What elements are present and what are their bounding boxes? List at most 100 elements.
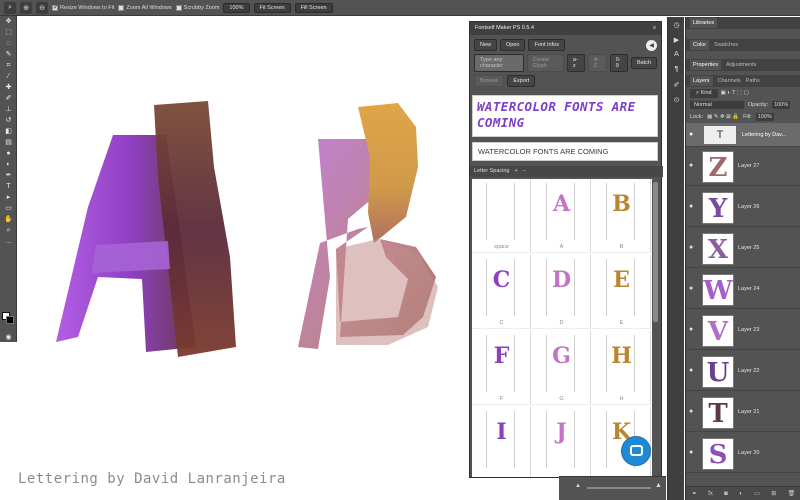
filter-icons[interactable]: ▣ ◐ T ⬚ ▢: [721, 90, 749, 96]
glyph-cell[interactable]: DD: [532, 255, 591, 329]
hand-tool-icon[interactable]: ✋: [0, 214, 17, 225]
fit-screen-button[interactable]: Fit Screen: [253, 2, 291, 13]
zoom-tool-icon[interactable]: ⌕: [4, 1, 16, 14]
trash-icon[interactable]: 🗑: [788, 490, 796, 497]
properties-tab[interactable]: Properties: [690, 60, 722, 70]
eye-icon[interactable]: ●: [689, 244, 693, 251]
digits-button[interactable]: 0-9: [609, 54, 628, 72]
eye-icon[interactable]: ●: [689, 367, 693, 374]
glyph-cell[interactable]: HH: [592, 331, 651, 405]
layer-row[interactable]: ● V Layer 23: [686, 312, 800, 350]
crop-tool-icon[interactable]: ⌗: [0, 60, 17, 71]
quick-select-tool-icon[interactable]: ✎: [0, 49, 17, 60]
layer-row[interactable]: ● U Layer 22: [686, 353, 800, 391]
glyph-size-slider[interactable]: [587, 487, 651, 489]
blend-mode-select[interactable]: Normal: [690, 101, 744, 109]
layer-row[interactable]: ● Z Layer 27: [686, 148, 800, 186]
paths-tab[interactable]: Paths: [746, 78, 760, 84]
path-select-icon[interactable]: ▸: [0, 192, 17, 203]
group-icon[interactable]: ▭: [754, 490, 760, 497]
panel-menu-icon[interactable]: ≡: [653, 25, 656, 32]
adjustment-icon[interactable]: ◐: [739, 491, 743, 497]
zoom-all-windows-checkbox[interactable]: Zoom All Windows: [118, 4, 172, 11]
layer-row[interactable]: ● S Layer 20: [686, 435, 800, 473]
new-layer-icon[interactable]: ⊞: [771, 490, 776, 497]
glyph-grid-scrollbar[interactable]: [653, 182, 658, 322]
chat-support-button[interactable]: [621, 436, 651, 466]
spacing-increase-icon[interactable]: +: [514, 168, 517, 175]
resize-windows-checkbox[interactable]: Resize Windows to Fit: [52, 4, 114, 11]
batch-button[interactable]: Batch: [630, 57, 658, 69]
eyedropper-tool-icon[interactable]: ⁄: [0, 71, 17, 82]
kind-filter[interactable]: ⌕ Kind: [690, 88, 718, 98]
swatches-tab[interactable]: Swatches: [714, 42, 738, 48]
brush-tool-icon[interactable]: ✐: [0, 93, 17, 104]
eye-icon[interactable]: ●: [689, 131, 693, 138]
create-glyph-button[interactable]: Create Glyph: [526, 54, 564, 72]
zoom-100-button[interactable]: 100%: [223, 2, 250, 13]
color-tab[interactable]: Color: [690, 40, 710, 50]
mask-icon[interactable]: ◙: [724, 491, 728, 497]
move-tool-icon[interactable]: ✥: [0, 16, 17, 27]
lasso-tool-icon[interactable]: ◌: [0, 38, 17, 49]
glyph-cell[interactable]: FF: [472, 331, 531, 405]
zoom-out-small-icon[interactable]: ▲: [575, 483, 581, 489]
browse-button[interactable]: Browse: [474, 75, 505, 87]
healing-tool-icon[interactable]: ✚: [0, 82, 17, 93]
glyph-cell[interactable]: EE: [592, 255, 651, 329]
eye-icon[interactable]: ●: [689, 162, 693, 169]
fx-icon[interactable]: fx: [708, 491, 713, 497]
eye-icon[interactable]: ●: [689, 326, 693, 333]
eye-icon[interactable]: ●: [689, 203, 693, 210]
uppercase-button[interactable]: A-Z: [587, 54, 607, 72]
zoom-in-small-icon[interactable]: ▲: [655, 482, 662, 489]
text-layer-row[interactable]: ● T Lettering by Dav...: [686, 123, 800, 147]
pen-tool-icon[interactable]: ✒: [0, 170, 17, 181]
glyph-cell[interactable]: I: [472, 407, 531, 477]
zoom-out-icon[interactable]: ⊖: [36, 1, 48, 14]
scrubby-zoom-checkbox[interactable]: Scrubby Zoom: [175, 4, 219, 11]
zoom-in-icon[interactable]: ⊕: [20, 1, 32, 14]
glyph-cell[interactable]: AA: [532, 179, 591, 253]
gradient-tool-icon[interactable]: ▤: [0, 137, 17, 148]
history-icon[interactable]: ◷: [668, 17, 685, 32]
marquee-tool-icon[interactable]: ⬚: [0, 27, 17, 38]
fill-screen-button[interactable]: Fill Screen: [294, 2, 333, 13]
lock-icons[interactable]: ▦ ✎ ✥ ⊠ 🔒: [707, 114, 739, 120]
brushes-icon[interactable]: ✐: [668, 77, 685, 92]
background-color-swatch[interactable]: [6, 316, 14, 324]
type-character-input[interactable]: Type any character: [474, 54, 524, 72]
glyph-cell[interactable]: CC: [472, 255, 531, 329]
type-tool-icon[interactable]: T: [0, 181, 17, 192]
glyph-cell[interactable]: BB: [592, 179, 651, 253]
quick-mask-icon[interactable]: ◉: [0, 332, 17, 343]
character-icon[interactable]: A: [668, 47, 685, 62]
stamp-tool-icon[interactable]: ⊥: [0, 104, 17, 115]
layer-row[interactable]: ● W Layer 24: [686, 271, 800, 309]
clone-source-icon[interactable]: ⊙: [668, 92, 685, 107]
layer-row[interactable]: ● Y Layer 26: [686, 189, 800, 227]
blur-tool-icon[interactable]: ●: [0, 148, 17, 159]
document-canvas[interactable]: Lettering by David Lanranjeira: [18, 17, 470, 500]
opacity-field[interactable]: 100%: [772, 101, 791, 109]
fontself-title-bar[interactable]: Fontself Maker PS 0.5.4 ≡: [470, 22, 661, 35]
font-infos-button[interactable]: Font Infos: [528, 39, 565, 51]
zoom-tool-icon[interactable]: ⌕: [0, 225, 17, 236]
channels-tab[interactable]: Channels: [718, 78, 741, 84]
dodge-tool-icon[interactable]: ◐: [0, 159, 17, 170]
eye-icon[interactable]: ●: [689, 285, 693, 292]
open-button[interactable]: Open: [500, 39, 526, 51]
layer-row[interactable]: ● X Layer 25: [686, 230, 800, 268]
glyph-cell[interactable]: GG: [532, 331, 591, 405]
preview-text-input[interactable]: WATERCOLOR FONTS ARE COMING: [472, 142, 658, 161]
layer-row[interactable]: ● T Layer 21: [686, 394, 800, 432]
export-button[interactable]: Export: [507, 75, 536, 87]
lowercase-button[interactable]: a-z: [566, 54, 585, 72]
eye-icon[interactable]: ●: [689, 449, 693, 456]
history-brush-icon[interactable]: ↺: [0, 115, 17, 126]
fill-field[interactable]: 100%: [755, 113, 774, 121]
new-button[interactable]: New: [474, 39, 498, 51]
eraser-tool-icon[interactable]: ◧: [0, 126, 17, 137]
more-tools-icon[interactable]: …: [0, 236, 17, 247]
spacing-decrease-icon[interactable]: −: [523, 168, 526, 175]
